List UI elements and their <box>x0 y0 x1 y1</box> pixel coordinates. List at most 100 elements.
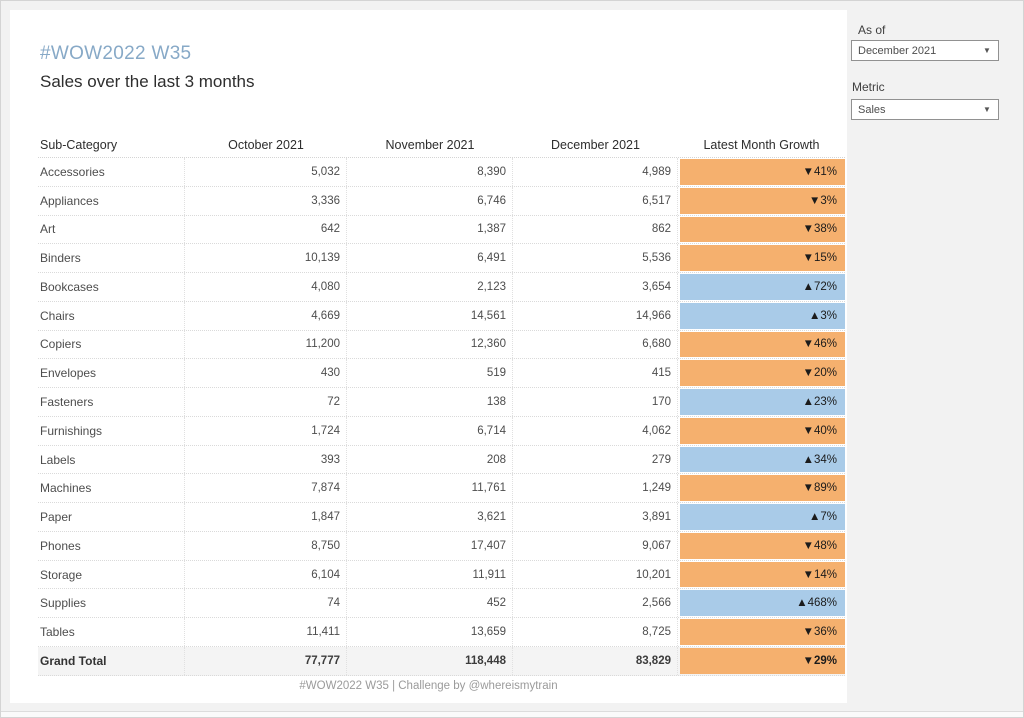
december-value-cell[interactable]: 4,989 <box>513 158 678 186</box>
growth-decrease-badge[interactable]: ▼29% <box>680 648 845 674</box>
december-value-cell[interactable]: 2,566 <box>513 589 678 617</box>
growth-increase-badge[interactable]: ▲7% <box>680 504 845 530</box>
subcategory-cell[interactable]: Grand Total <box>38 647 185 675</box>
october-value-cell[interactable]: 77,777 <box>185 647 347 675</box>
growth-decrease-badge[interactable]: ▼36% <box>680 619 845 645</box>
col-header-growth[interactable]: Latest Month Growth <box>678 136 845 157</box>
subcategory-cell[interactable]: Art <box>38 216 185 244</box>
december-value-cell[interactable]: 8,725 <box>513 618 678 646</box>
november-value-cell[interactable]: 138 <box>347 388 513 416</box>
october-value-cell[interactable]: 3,336 <box>185 187 347 215</box>
october-value-cell[interactable]: 1,847 <box>185 503 347 531</box>
subcategory-cell[interactable]: Envelopes <box>38 359 185 387</box>
subcategory-cell[interactable]: Storage <box>38 561 185 589</box>
october-value-cell[interactable]: 7,874 <box>185 474 347 502</box>
december-value-cell[interactable]: 279 <box>513 446 678 474</box>
december-value-cell[interactable]: 10,201 <box>513 561 678 589</box>
november-value-cell[interactable]: 14,561 <box>347 302 513 330</box>
subcategory-cell[interactable]: Accessories <box>38 158 185 186</box>
november-value-cell[interactable]: 2,123 <box>347 273 513 301</box>
subcategory-cell[interactable]: Machines <box>38 474 185 502</box>
subcategory-cell[interactable]: Copiers <box>38 331 185 359</box>
december-value-cell[interactable]: 14,966 <box>513 302 678 330</box>
october-value-cell[interactable]: 4,080 <box>185 273 347 301</box>
november-value-cell[interactable]: 11,761 <box>347 474 513 502</box>
december-value-cell[interactable]: 6,517 <box>513 187 678 215</box>
november-value-cell[interactable]: 6,746 <box>347 187 513 215</box>
growth-increase-badge[interactable]: ▲72% <box>680 274 845 300</box>
subcategory-cell[interactable]: Labels <box>38 446 185 474</box>
growth-decrease-badge[interactable]: ▼3% <box>680 188 845 214</box>
table-row: Binders10,1396,4915,536▼15% <box>38 244 845 273</box>
subcategory-cell[interactable]: Binders <box>38 244 185 272</box>
december-value-cell[interactable]: 5,536 <box>513 244 678 272</box>
subcategory-cell[interactable]: Supplies <box>38 589 185 617</box>
november-value-cell[interactable]: 8,390 <box>347 158 513 186</box>
growth-decrease-badge[interactable]: ▼15% <box>680 245 845 271</box>
subcategory-cell[interactable]: Chairs <box>38 302 185 330</box>
growth-decrease-badge[interactable]: ▼20% <box>680 360 845 386</box>
growth-decrease-badge[interactable]: ▼89% <box>680 475 845 501</box>
subcategory-cell[interactable]: Phones <box>38 532 185 560</box>
col-header-subcategory[interactable]: Sub-Category <box>38 136 185 157</box>
subcategory-cell[interactable]: Bookcases <box>38 273 185 301</box>
growth-increase-badge[interactable]: ▲34% <box>680 447 845 473</box>
october-value-cell[interactable]: 393 <box>185 446 347 474</box>
growth-decrease-badge[interactable]: ▼46% <box>680 332 845 358</box>
december-value-cell[interactable]: 862 <box>513 216 678 244</box>
december-value-cell[interactable]: 3,654 <box>513 273 678 301</box>
metric-label: Metric <box>852 80 885 94</box>
november-value-cell[interactable]: 452 <box>347 589 513 617</box>
subcategory-cell[interactable]: Paper <box>38 503 185 531</box>
december-value-cell[interactable]: 6,680 <box>513 331 678 359</box>
december-value-cell[interactable]: 4,062 <box>513 417 678 445</box>
november-value-cell[interactable]: 6,491 <box>347 244 513 272</box>
november-value-cell[interactable]: 1,387 <box>347 216 513 244</box>
october-value-cell[interactable]: 430 <box>185 359 347 387</box>
october-value-cell[interactable]: 74 <box>185 589 347 617</box>
november-value-cell[interactable]: 3,621 <box>347 503 513 531</box>
december-value-cell[interactable]: 9,067 <box>513 532 678 560</box>
october-value-cell[interactable]: 72 <box>185 388 347 416</box>
col-header-october[interactable]: October 2021 <box>185 136 347 157</box>
november-value-cell[interactable]: 6,714 <box>347 417 513 445</box>
as-of-dropdown[interactable]: December 2021 ▼ <box>851 40 999 61</box>
december-value-cell[interactable]: 415 <box>513 359 678 387</box>
metric-dropdown[interactable]: Sales ▼ <box>851 99 999 120</box>
growth-decrease-badge[interactable]: ▼14% <box>680 562 845 588</box>
subcategory-cell[interactable]: Appliances <box>38 187 185 215</box>
december-value-cell[interactable]: 83,829 <box>513 647 678 675</box>
october-value-cell[interactable]: 11,411 <box>185 618 347 646</box>
october-value-cell[interactable]: 11,200 <box>185 331 347 359</box>
december-value-cell[interactable]: 170 <box>513 388 678 416</box>
november-value-cell[interactable]: 11,911 <box>347 561 513 589</box>
november-value-cell[interactable]: 118,448 <box>347 647 513 675</box>
subcategory-cell[interactable]: Tables <box>38 618 185 646</box>
october-value-cell[interactable]: 6,104 <box>185 561 347 589</box>
metric-value: Sales <box>852 104 976 116</box>
december-value-cell[interactable]: 3,891 <box>513 503 678 531</box>
col-header-december[interactable]: December 2021 <box>513 136 678 157</box>
november-value-cell[interactable]: 208 <box>347 446 513 474</box>
october-value-cell[interactable]: 8,750 <box>185 532 347 560</box>
growth-increase-badge[interactable]: ▲3% <box>680 303 845 329</box>
october-value-cell[interactable]: 4,669 <box>185 302 347 330</box>
november-value-cell[interactable]: 13,659 <box>347 618 513 646</box>
october-value-cell[interactable]: 5,032 <box>185 158 347 186</box>
growth-decrease-badge[interactable]: ▼41% <box>680 159 845 185</box>
november-value-cell[interactable]: 12,360 <box>347 331 513 359</box>
november-value-cell[interactable]: 17,407 <box>347 532 513 560</box>
growth-decrease-badge[interactable]: ▼48% <box>680 533 845 559</box>
growth-increase-badge[interactable]: ▲468% <box>680 590 845 616</box>
growth-decrease-badge[interactable]: ▼38% <box>680 217 845 243</box>
november-value-cell[interactable]: 519 <box>347 359 513 387</box>
growth-decrease-badge[interactable]: ▼40% <box>680 418 845 444</box>
col-header-november[interactable]: November 2021 <box>347 136 513 157</box>
december-value-cell[interactable]: 1,249 <box>513 474 678 502</box>
october-value-cell[interactable]: 642 <box>185 216 347 244</box>
growth-increase-badge[interactable]: ▲23% <box>680 389 845 415</box>
subcategory-cell[interactable]: Fasteners <box>38 388 185 416</box>
october-value-cell[interactable]: 1,724 <box>185 417 347 445</box>
subcategory-cell[interactable]: Furnishings <box>38 417 185 445</box>
october-value-cell[interactable]: 10,139 <box>185 244 347 272</box>
